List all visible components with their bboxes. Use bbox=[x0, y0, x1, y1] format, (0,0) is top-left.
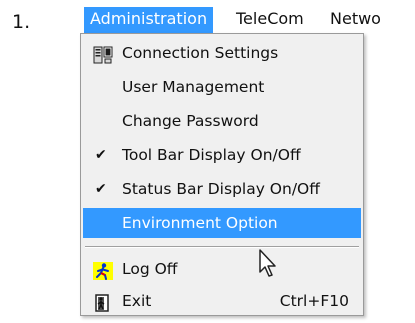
menu-item-connection-settings[interactable]: Connection Settings bbox=[83, 38, 361, 68]
step-number: 1. bbox=[12, 11, 31, 33]
menu-item-label: Connection Settings bbox=[122, 44, 279, 62]
menu-separator bbox=[85, 246, 359, 248]
connection-settings-icon bbox=[93, 44, 113, 64]
menu-item-exit[interactable]: Exit Ctrl+F10 bbox=[83, 286, 361, 316]
menu-item-tool-bar-display[interactable]: ✔ Tool Bar Display On/Off bbox=[83, 140, 361, 170]
log-off-icon bbox=[93, 260, 113, 280]
menubar-item-telecom[interactable]: TeleCom bbox=[230, 7, 310, 33]
exit-icon bbox=[93, 292, 113, 312]
menu-item-label: Status Bar Display On/Off bbox=[122, 180, 320, 198]
menu-item-label: User Management bbox=[122, 78, 265, 96]
menu-item-label: Exit bbox=[122, 292, 152, 310]
menu-item-status-bar-display[interactable]: ✔ Status Bar Display On/Off bbox=[83, 174, 361, 204]
menu-bar: Administration TeleCom Netwo bbox=[80, 0, 415, 36]
menu-item-label: Tool Bar Display On/Off bbox=[122, 146, 301, 164]
menu-item-user-management[interactable]: User Management bbox=[83, 72, 361, 102]
menu-item-log-off[interactable]: Log Off bbox=[83, 254, 361, 284]
checkmark-icon: ✔ bbox=[95, 147, 107, 163]
menu-item-change-password[interactable]: Change Password bbox=[83, 106, 361, 136]
administration-dropdown-menu: Connection Settings User Management Chan… bbox=[80, 33, 364, 316]
menu-item-label: Environment Option bbox=[122, 214, 278, 232]
menubar-item-administration[interactable]: Administration bbox=[84, 7, 214, 33]
checkmark-icon: ✔ bbox=[95, 181, 107, 197]
menu-item-shortcut: Ctrl+F10 bbox=[279, 292, 349, 310]
menubar-item-network[interactable]: Netwo bbox=[324, 7, 387, 33]
menu-item-label: Log Off bbox=[122, 260, 178, 278]
menu-item-environment-option[interactable]: Environment Option bbox=[83, 208, 361, 238]
menu-item-label: Change Password bbox=[122, 112, 259, 130]
mouse-pointer-icon bbox=[258, 248, 280, 278]
